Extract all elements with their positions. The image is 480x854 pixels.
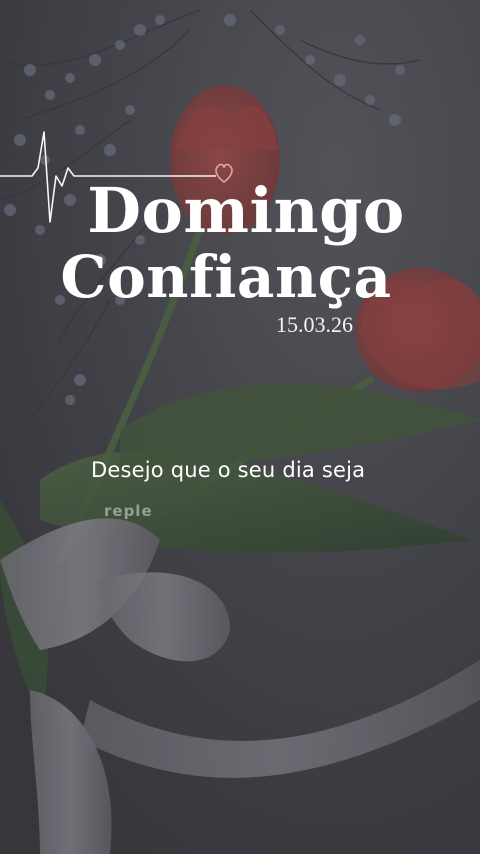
message-text: Desejo que o seu dia seja [91, 458, 366, 482]
dim-overlay [0, 0, 480, 854]
message-continuation-text: reple [104, 502, 153, 520]
post-date: 15.03.26 [276, 312, 353, 337]
title-line-1: Domingo [87, 174, 405, 247]
title-line-2: Confiança [60, 243, 392, 311]
